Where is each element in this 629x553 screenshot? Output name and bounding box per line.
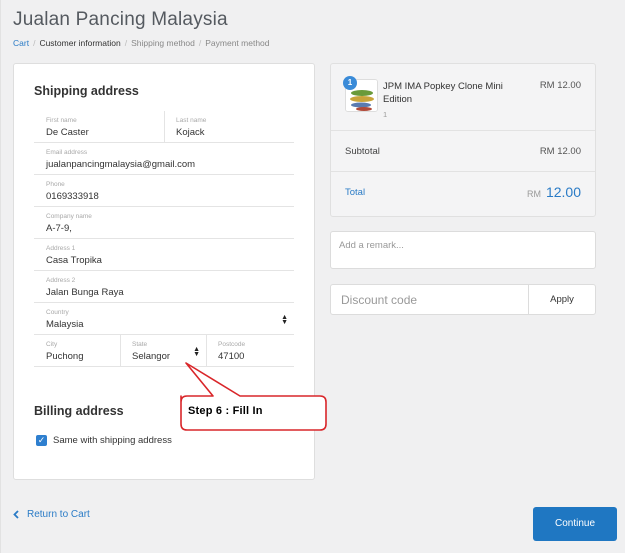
checkout-page: Jualan Pancing Malaysia Cart / Customer … [0, 0, 629, 553]
postcode-value: 47100 [218, 351, 245, 362]
summary-divider [331, 130, 595, 131]
email-value: jualanpancingmalaysia@gmail.com [46, 159, 196, 170]
first-name-field[interactable]: First name De Caster [34, 111, 164, 143]
store-title: Jualan Pancing Malaysia [13, 9, 228, 30]
select-arrows-icon: ▲ ▼ [281, 314, 288, 326]
breadcrumb-separator: / [33, 38, 36, 48]
last-name-label: Last name [176, 117, 207, 124]
email-field[interactable]: Email address jualanpancingmalaysia@gmai… [34, 143, 294, 175]
chevron-left-icon [13, 510, 19, 519]
postcode-label: Postcode [218, 341, 246, 348]
total-label: Total [345, 187, 366, 198]
apply-discount-button[interactable]: Apply [528, 284, 596, 315]
product-price: RM 12.00 [539, 80, 581, 91]
address1-label: Address 1 [46, 245, 76, 252]
quantity-badge: 1 [343, 76, 357, 90]
return-to-cart-label: Return to Cart [27, 509, 90, 520]
total-currency: RM [527, 189, 541, 199]
country-value: Malaysia [46, 319, 84, 330]
phone-field[interactable]: Phone 0169333918 [34, 175, 294, 207]
address1-value: Casa Tropika [46, 255, 102, 266]
country-select[interactable]: Country Malaysia ▲ ▼ [34, 303, 294, 335]
breadcrumb-separator: / [198, 38, 202, 48]
same-address-label[interactable]: Same with shipping address [53, 435, 172, 446]
subtotal-value: RM 12.00 [539, 146, 581, 157]
subtotal-label: Subtotal [345, 146, 380, 157]
shipping-address-heading: Shipping address [34, 84, 139, 98]
remark-placeholder: Add a remark... [339, 240, 404, 251]
return-to-cart-link[interactable]: Return to Cart [13, 509, 90, 520]
select-arrows-icon: ▲ ▼ [193, 346, 200, 358]
company-field[interactable]: Company name A-7-9, [34, 207, 294, 239]
breadcrumb-cart[interactable]: Cart [13, 38, 29, 48]
company-label: Company name [46, 213, 92, 220]
breadcrumb: Cart / Customer information / Shipping m… [13, 38, 270, 48]
same-address-checkbox[interactable]: ✓ [36, 435, 47, 446]
state-value: Selangor [132, 351, 171, 362]
city-label: City [46, 341, 58, 348]
product-quantity: 1 [383, 110, 388, 119]
summary-divider [331, 171, 595, 172]
order-summary: 1 JPM IMA Popkey Clone Mini Edition 1 RM… [330, 63, 596, 217]
address2-value: Jalan Bunga Raya [46, 287, 124, 298]
breadcrumb-payment-method: Payment method [205, 38, 270, 48]
last-name-field[interactable]: Last name Kojack [164, 111, 294, 143]
callout-text: Step 6 : Fill In [188, 405, 263, 417]
total-value: 12.00 [545, 184, 581, 200]
product-name: JPM IMA Popkey Clone Mini Edition [383, 81, 503, 105]
shipping-form-card: Shipping address First name De Caster La… [13, 63, 315, 480]
breadcrumb-customer-information: Customer information [39, 38, 121, 48]
last-name-value: Kojack [176, 127, 205, 138]
billing-address-heading: Billing address [34, 404, 124, 418]
city-field[interactable]: City Puchong [34, 335, 120, 367]
breadcrumb-shipping-method: Shipping method [131, 38, 195, 48]
city-value: Puchong [46, 351, 84, 362]
company-value: A-7-9, [46, 223, 72, 234]
country-label: Country [46, 309, 69, 316]
phone-value: 0169333918 [46, 191, 99, 202]
postcode-field[interactable]: Postcode 47100 [206, 335, 294, 367]
discount-code-input[interactable]: Discount code [330, 284, 529, 315]
state-label: State [132, 341, 148, 348]
state-select[interactable]: State Selangor ▲ ▼ [120, 335, 206, 367]
phone-label: Phone [46, 181, 65, 188]
address2-label: Address 2 [46, 277, 76, 284]
address1-field[interactable]: Address 1 Casa Tropika [34, 239, 294, 271]
remark-input[interactable]: Add a remark... [330, 231, 596, 269]
address2-field[interactable]: Address 2 Jalan Bunga Raya [34, 271, 294, 303]
first-name-value: De Caster [46, 127, 89, 138]
first-name-label: First name [46, 117, 77, 124]
continue-button[interactable]: Continue [533, 507, 617, 541]
discount-placeholder: Discount code [341, 293, 418, 307]
breadcrumb-separator: / [124, 38, 128, 48]
email-label: Email address [46, 149, 88, 156]
